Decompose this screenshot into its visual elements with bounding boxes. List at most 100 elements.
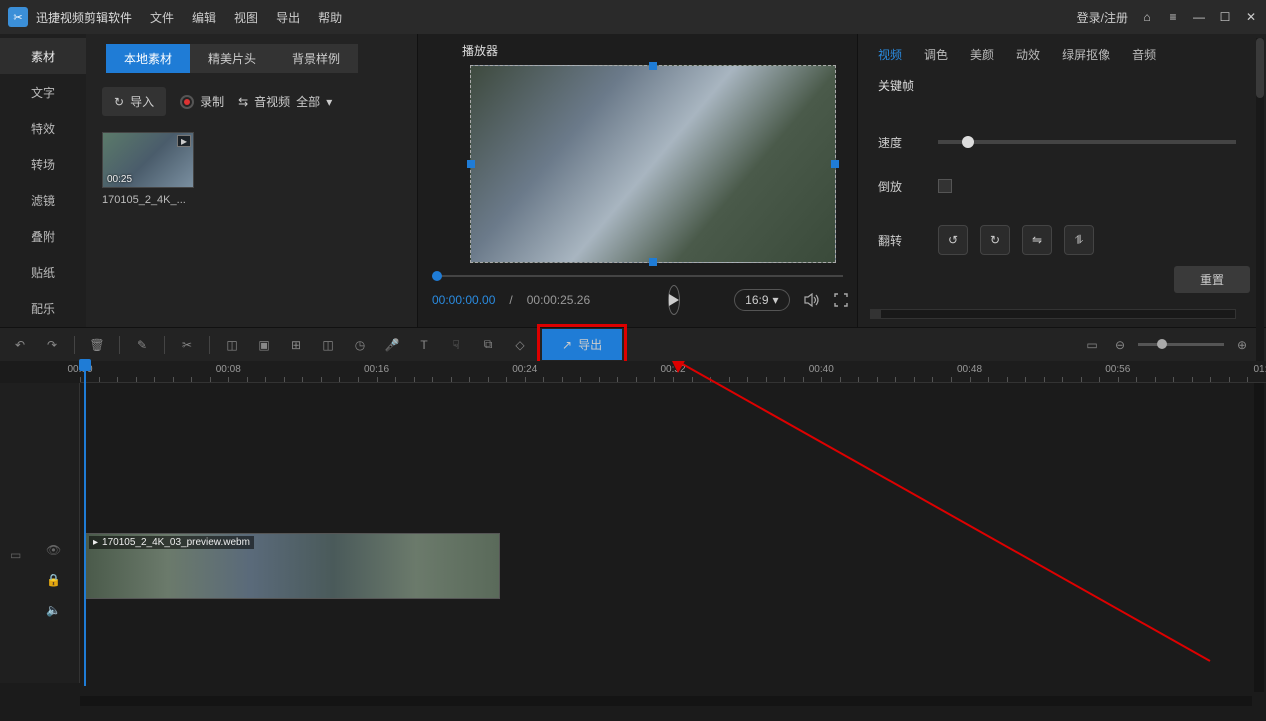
nav-music[interactable]: 配乐 [0, 290, 86, 326]
reset-button[interactable]: 重置 [1174, 266, 1250, 293]
fit-button[interactable]: ▭ [1082, 335, 1102, 355]
aspect-ratio-dropdown[interactable]: 16:9 ▾ [734, 289, 789, 311]
home-icon[interactable]: ⌂ [1140, 10, 1154, 24]
rotate-ccw-icon: ↺ [948, 233, 958, 247]
timecode-duration: 00:00:25.26 [527, 293, 590, 307]
flip-h-button[interactable]: ⇋ [1022, 225, 1052, 255]
tool-hand[interactable]: ☟ [446, 335, 466, 355]
app-logo: ✂ [8, 7, 28, 27]
menu-export[interactable]: 导出 [276, 9, 300, 26]
cut-button[interactable]: ✂ [177, 335, 197, 355]
timeline-hscroll[interactable] [80, 696, 1252, 706]
redo-button[interactable]: ↷ [42, 335, 62, 355]
timeline-ruler[interactable]: 00:0000:0800:1600:2400:3200:4000:4800:56… [80, 361, 1266, 383]
record-label: 录制 [200, 93, 224, 110]
tool-diamond[interactable]: ◇ [510, 335, 530, 355]
rtab-anim[interactable]: 动效 [1016, 46, 1040, 63]
import-button[interactable]: ↻ 导入 [102, 87, 166, 116]
rotate-ccw-button[interactable]: ↺ [938, 225, 968, 255]
undo-button[interactable]: ↶ [10, 335, 30, 355]
tool-copy[interactable]: ⧉ [478, 335, 498, 355]
video-track-icon: ▭ [10, 548, 21, 562]
tool-b[interactable]: ⊞ [286, 335, 306, 355]
timecode-current: 00:00:00.00 [432, 293, 495, 307]
tab-intro[interactable]: 精美片头 [190, 44, 274, 73]
rtab-beauty[interactable]: 美颜 [970, 46, 994, 63]
av-value: 全部 [296, 93, 320, 110]
menu-edit[interactable]: 编辑 [192, 9, 216, 26]
tab-bg[interactable]: 背景样例 [274, 44, 358, 73]
app-title: 迅捷视频剪辑软件 [36, 9, 132, 26]
play-overlay-icon: ▸ [177, 135, 191, 147]
menu-view[interactable]: 视图 [234, 9, 258, 26]
nav-transition[interactable]: 转场 [0, 146, 86, 182]
flip-v-button[interactable]: ⥮ [1064, 225, 1094, 255]
timeline-vscroll[interactable] [1254, 383, 1264, 692]
thumb-name: 170105_2_4K_... [102, 194, 194, 206]
player-progress[interactable] [432, 269, 843, 283]
subtab-keyframe[interactable]: 关键帧 [858, 71, 1266, 104]
edit-button[interactable]: ✎ [132, 335, 152, 355]
fullscreen-button[interactable] [834, 290, 848, 310]
play-button[interactable] [668, 285, 680, 315]
mute-icon[interactable]: 🔈 [46, 603, 61, 617]
clip-video-icon: ▸ [93, 537, 98, 548]
export-button[interactable]: ↗ 导出 [542, 329, 622, 360]
nav-text[interactable]: 文字 [0, 74, 86, 110]
chevron-down-icon: ▾ [773, 293, 779, 307]
panel-hscroll[interactable] [870, 309, 1236, 319]
player-title: 播放器 [462, 42, 843, 59]
nav-effects[interactable]: 特效 [0, 110, 86, 146]
nav-overlay[interactable]: 叠附 [0, 218, 86, 254]
track-area[interactable]: ▭ 👁 🔒 🔈 ▸170105_2_4K_03_preview.webm [0, 383, 1266, 683]
tool-text[interactable]: T [414, 335, 434, 355]
flip-v-icon: ⥮ [1075, 233, 1084, 248]
tool-mic[interactable]: 🎤 [382, 335, 402, 355]
rtab-audio[interactable]: 音频 [1132, 46, 1156, 63]
tool-chart[interactable]: ◫ [318, 335, 338, 355]
asset-thumbnail[interactable]: ▸ 00:25 170105_2_4K_... [102, 132, 194, 206]
ruler-label: 00:08 [216, 364, 241, 375]
minimize-icon[interactable]: — [1192, 10, 1206, 24]
tool-time[interactable]: ◷ [350, 335, 370, 355]
login-link[interactable]: 登录/注册 [1077, 9, 1128, 26]
track-header: ▭ 👁 🔒 🔈 [0, 383, 80, 683]
crop-button[interactable]: ◫ [222, 335, 242, 355]
tab-local[interactable]: 本地素材 [106, 44, 190, 73]
menu-icon[interactable]: ≡ [1166, 10, 1180, 24]
menu-help[interactable]: 帮助 [318, 9, 342, 26]
ruler-label: 00:40 [809, 364, 834, 375]
close-icon[interactable]: ✕ [1244, 10, 1258, 24]
maximize-icon[interactable]: ☐ [1218, 10, 1232, 24]
av-filter-dropdown[interactable]: ⇆ 音视频 全部 ▾ [238, 93, 332, 110]
player-viewport[interactable] [470, 65, 836, 263]
timeline-toolbar: ↶ ↷ 🗑 ✎ ✂ ◫ ▣ ⊞ ◫ ◷ 🎤 T ☟ ⧉ ◇ ↗ 导出 ▭ ⊖ ⊕ [0, 327, 1266, 361]
visibility-icon[interactable]: 👁 [46, 543, 61, 557]
export-icon: ↗ [562, 338, 572, 352]
tool-a[interactable]: ▣ [254, 335, 274, 355]
ruler-label: 00:32 [660, 364, 685, 375]
nav-sticker[interactable]: 贴纸 [0, 254, 86, 290]
volume-icon [804, 293, 820, 307]
record-button[interactable]: 录制 [180, 93, 224, 110]
speed-slider[interactable] [938, 140, 1236, 144]
volume-button[interactable] [804, 290, 820, 310]
rtab-video[interactable]: 视频 [878, 46, 902, 63]
menu-file[interactable]: 文件 [150, 9, 174, 26]
rtab-chroma[interactable]: 绿屏抠像 [1062, 46, 1110, 63]
rotate-cw-button[interactable]: ↻ [980, 225, 1010, 255]
fullscreen-icon [834, 293, 848, 307]
timeline-clip[interactable]: ▸170105_2_4K_03_preview.webm [84, 533, 500, 599]
zoom-in-button[interactable]: ⊕ [1232, 335, 1252, 355]
rtab-color[interactable]: 调色 [924, 46, 948, 63]
nav-material[interactable]: 素材 [0, 38, 86, 74]
lock-icon[interactable]: 🔒 [46, 573, 61, 587]
flip-h-icon: ⇋ [1032, 233, 1042, 247]
playhead[interactable] [84, 361, 86, 686]
reverse-checkbox[interactable] [938, 179, 952, 193]
zoom-slider[interactable] [1138, 343, 1224, 346]
ruler-label: 00:48 [957, 364, 982, 375]
delete-button[interactable]: 🗑 [87, 335, 107, 355]
nav-filter[interactable]: 滤镜 [0, 182, 86, 218]
zoom-out-button[interactable]: ⊖ [1110, 335, 1130, 355]
